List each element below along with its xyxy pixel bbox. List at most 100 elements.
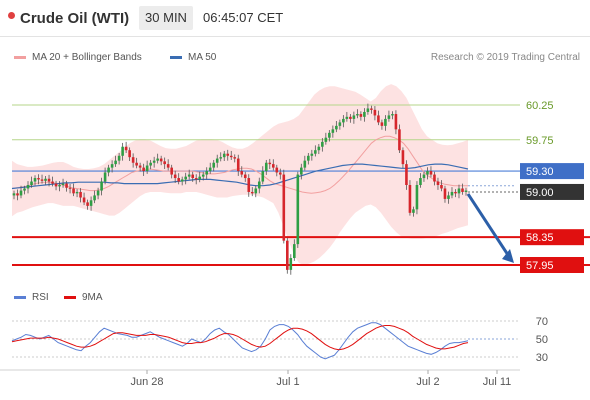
candle	[135, 162, 138, 166]
candle	[215, 158, 219, 163]
candle	[96, 190, 100, 196]
candle	[233, 157, 237, 159]
candle	[107, 167, 110, 173]
candle	[289, 258, 293, 270]
price-chart[interactable]: 60.25 59.75 59.30 59.00 58.35 57.95 70 50 30 Ju…	[0, 0, 590, 400]
candle	[359, 114, 363, 117]
candle	[149, 162, 152, 166]
candle	[61, 183, 65, 185]
candle	[205, 171, 209, 175]
candle	[16, 193, 19, 196]
candle	[12, 193, 16, 196]
candle	[300, 167, 303, 175]
candle	[307, 155, 310, 161]
candle	[247, 178, 251, 192]
candle	[352, 115, 356, 119]
candle	[131, 157, 135, 163]
candle	[422, 174, 426, 179]
candle	[117, 155, 121, 161]
level-label: 59.30	[526, 166, 554, 178]
candle	[443, 188, 447, 199]
candle	[159, 158, 163, 162]
candle	[257, 181, 261, 189]
candle	[338, 122, 342, 126]
candle	[293, 244, 296, 259]
candle	[47, 178, 51, 182]
candle	[124, 146, 128, 151]
candle	[363, 111, 366, 117]
candle	[89, 200, 93, 206]
candle	[401, 150, 405, 165]
candle	[229, 155, 233, 158]
candle	[335, 125, 338, 130]
candle	[387, 115, 391, 119]
candle	[23, 188, 26, 191]
candle	[282, 174, 286, 241]
candle	[82, 197, 86, 203]
candle	[236, 158, 240, 172]
candle	[198, 176, 202, 180]
candle	[166, 164, 170, 168]
candle	[68, 187, 72, 189]
candle	[219, 157, 223, 159]
candle	[391, 114, 394, 116]
candle	[110, 164, 114, 168]
candle	[75, 191, 79, 194]
candle	[93, 195, 96, 201]
candle	[366, 108, 370, 112]
candle	[450, 191, 454, 196]
candle	[40, 179, 44, 181]
candle	[208, 167, 212, 172]
candle	[426, 171, 429, 175]
candle	[447, 195, 450, 199]
candle	[275, 167, 279, 173]
candle	[226, 153, 230, 156]
candle	[394, 114, 398, 130]
level-label: 57.95	[526, 260, 554, 272]
candle	[170, 167, 173, 175]
candle	[405, 164, 408, 185]
candle	[317, 146, 321, 151]
candle	[201, 174, 205, 177]
level-label: 59.75	[526, 135, 554, 147]
candle	[33, 178, 37, 182]
rsi-panel: 70 50 30	[11, 316, 548, 364]
candle	[103, 172, 107, 182]
candle	[271, 164, 275, 168]
candle	[415, 185, 419, 210]
candle	[58, 185, 61, 187]
candle	[454, 191, 457, 194]
candle	[440, 185, 443, 189]
candle	[142, 167, 145, 172]
candle	[384, 118, 387, 126]
candle	[212, 162, 216, 168]
candle	[128, 150, 131, 158]
level-label: 58.35	[526, 232, 554, 244]
candle	[429, 171, 433, 175]
candle	[177, 178, 180, 182]
candle	[254, 188, 258, 194]
candle	[163, 161, 166, 165]
candle	[321, 141, 324, 147]
candle	[380, 122, 384, 126]
candle	[114, 160, 117, 165]
candle	[30, 181, 33, 185]
candle	[19, 190, 23, 196]
candle	[222, 153, 226, 158]
level-label: 60.25	[526, 100, 554, 112]
candle	[377, 115, 380, 123]
candle	[268, 162, 272, 165]
candle	[419, 178, 422, 185]
candle	[54, 183, 58, 187]
candle	[264, 162, 268, 172]
candle	[345, 116, 349, 119]
candle	[194, 178, 198, 180]
candle	[303, 160, 307, 168]
time-axis: Jun 28 Jul 1 Jul 2 Jul 11	[0, 369, 520, 388]
candle	[240, 171, 244, 175]
candle	[331, 129, 335, 133]
time-tick-label: Jul 11	[483, 376, 512, 388]
candle	[250, 191, 254, 194]
candle	[191, 174, 194, 179]
level-label: 59.00	[526, 187, 554, 199]
